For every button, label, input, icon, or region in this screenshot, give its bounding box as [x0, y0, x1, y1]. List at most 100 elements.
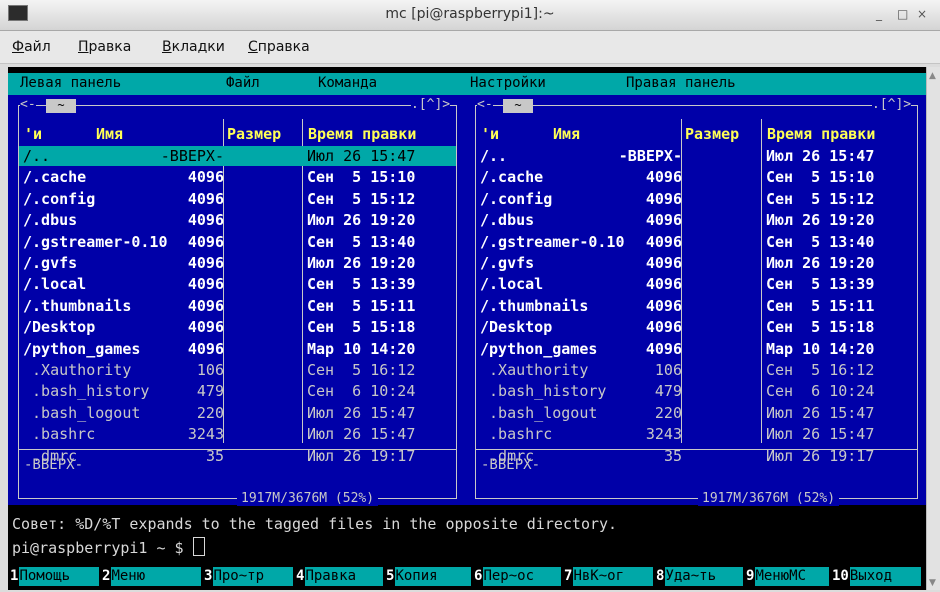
file-row[interactable]: /.cache 4096 Сен 5 15:10 — [476, 167, 917, 187]
file-row[interactable]: /python_games 4096 Мар 10 14:20 — [476, 339, 917, 359]
fkey-number: 4 — [296, 568, 306, 584]
scroll-down-arrow-icon[interactable]: ▼ — [929, 578, 936, 588]
file-row[interactable]: .Xauthority 106 Сен 5 16:12 — [476, 360, 917, 380]
shell-prompt[interactable]: pi@raspberrypi1 ~ $ — [12, 537, 205, 557]
file-row[interactable]: /.config 4096 Сен 5 15:12 — [476, 189, 917, 209]
panel-history-arrow[interactable]: <- — [477, 98, 493, 112]
column-header-mtime[interactable]: Время правки — [308, 125, 416, 143]
file-row[interactable]: .bash_logout 220 Июл 26 15:47 — [19, 403, 456, 423]
file-mtime: Мар 10 14:20 — [766, 339, 875, 358]
mc-menu-bar: Левая панель Файл Команда Настройки Прав… — [8, 73, 926, 95]
fkey-3[interactable]: 3Про~тр — [204, 567, 294, 586]
fkey-8[interactable]: 8Уда~ть — [656, 567, 744, 586]
mc-menu-file[interactable]: Файл — [226, 75, 260, 91]
window-title: mc [pi@raspberrypi1]:~ — [385, 6, 555, 22]
function-key-bar: 1Помощь 2Меню 3Про~тр 4Правка 5Копия 6Пер~ос 7… — [8, 565, 926, 587]
file-row[interactable]: /.dbus 4096 Июл 26 19:20 — [476, 210, 917, 230]
file-mtime: Мар 10 14:20 — [307, 339, 416, 358]
file-row[interactable]: .bash_history 479 Сен 6 10:24 — [476, 381, 917, 401]
fkey-9[interactable]: 9МенюМС — [746, 567, 830, 586]
column-header-name[interactable]: Имя — [96, 125, 123, 143]
terminal-menubar: Файл Правка Вкладки Справка — [0, 31, 940, 64]
file-row[interactable]: /.gvfs 4096 Июл 26 19:20 — [476, 253, 917, 273]
panel-path[interactable]: ~ — [503, 99, 533, 113]
file-name: /.thumbnails — [480, 296, 589, 315]
file-row[interactable]: /Desktop 4096 Сен 5 15:18 — [476, 317, 917, 337]
fkey-label: Правка — [305, 567, 384, 586]
terminal-scrollbar[interactable]: ▲ ▼ — [926, 67, 940, 590]
file-row[interactable]: .bash_history 479 Сен 6 10:24 — [19, 381, 456, 401]
fkey-label: Уда~ть — [665, 567, 744, 586]
file-row[interactable]: /.. -ВВЕРХ- Июл 26 15:47 — [476, 146, 917, 166]
file-row[interactable]: /.gstreamer-0.10 4096 Сен 5 13:40 — [476, 232, 917, 252]
fkey-label: Выход — [849, 567, 921, 586]
fkey-10[interactable]: 10Выход — [832, 567, 921, 586]
scroll-up-arrow-icon[interactable]: ▲ — [929, 71, 936, 81]
file-name: /Desktop — [480, 318, 553, 337]
file-mtime: Сен 6 10:24 — [766, 382, 875, 401]
file-row[interactable]: /.gstreamer-0.10 4096 Сен 5 13:40 — [19, 232, 456, 252]
close-button[interactable]: × — [917, 7, 927, 21]
file-mtime: Июл 26 19:20 — [307, 254, 416, 272]
file-size: 479 — [654, 382, 682, 401]
mc-menu-settings[interactable]: Настройки — [470, 75, 546, 91]
column-header-name[interactable]: Имя — [553, 125, 580, 143]
file-row[interactable]: /.thumbnails 4096 Сен 5 15:11 — [476, 296, 917, 316]
mc-menu-left-panel[interactable]: Левая панель — [20, 75, 121, 91]
file-mtime: Июл 26 19:20 — [766, 211, 875, 230]
file-row[interactable]: /.gvfs 4096 Июл 26 19:20 — [19, 253, 456, 273]
menu-help[interactable]: Справка — [248, 39, 310, 55]
file-name: /.gvfs — [480, 254, 535, 272]
fkey-6[interactable]: 6Пер~ос — [474, 567, 562, 586]
file-row[interactable]: /.local 4096 Сен 5 13:39 — [19, 274, 456, 294]
panel-history-arrow[interactable]: <- — [20, 98, 36, 112]
fkey-7[interactable]: 7НвК~ог — [564, 567, 654, 586]
file-row[interactable]: /python_games 4096 Мар 10 14:20 — [19, 339, 456, 359]
file-name: /.config — [480, 189, 553, 208]
menu-edit[interactable]: Правка — [78, 39, 131, 55]
fkey-5[interactable]: 5Копия — [386, 567, 472, 586]
file-mtime: Июл 26 15:47 — [766, 403, 875, 422]
file-mtime: Сен 5 15:10 — [307, 168, 416, 187]
left-panel[interactable]: <- ~ .[^]> 'и Имя Размер Время правки /.. -ВВЕРХ… — [8, 95, 465, 506]
file-row[interactable]: .dmrc 35 Июл 26 19:17 — [19, 446, 456, 466]
mc-menu-command[interactable]: Команда — [318, 75, 377, 91]
panel-path[interactable]: ~ — [46, 99, 76, 113]
file-size: 4096 — [187, 189, 224, 208]
file-row[interactable]: .dmrc 35 Июл 26 19:17 — [476, 446, 917, 466]
column-header-mtime[interactable]: Время правки — [767, 125, 875, 143]
fkey-2[interactable]: 2Меню — [102, 567, 202, 586]
fkey-number: 7 — [564, 568, 574, 584]
file-mtime: Июл 26 15:47 — [766, 147, 875, 165]
panel-corner-controls[interactable]: .[^]> — [411, 98, 451, 112]
sort-flag[interactable]: 'и — [481, 125, 499, 143]
mc-menu-right-panel[interactable]: Правая панель — [626, 75, 736, 91]
file-row[interactable]: /.cache 4096 Сен 5 15:10 — [19, 167, 456, 187]
file-row[interactable]: /.. -ВВЕРХ- Июл 26 15:47 — [19, 146, 456, 166]
window-titlebar[interactable]: mc [pi@raspberrypi1]:~ _ □ × — [0, 0, 940, 31]
fkey-4[interactable]: 4Правка — [296, 567, 384, 586]
file-row[interactable]: .bashrc 3243 Июл 26 15:47 — [476, 424, 917, 444]
column-header-size[interactable]: Размер — [685, 125, 739, 143]
file-row[interactable]: /.config 4096 Сен 5 15:12 — [19, 189, 456, 209]
file-row[interactable]: /Desktop 4096 Сен 5 15:18 — [19, 317, 456, 337]
file-row[interactable]: .Xauthority 106 Сен 5 16:12 — [19, 360, 456, 380]
file-name: /.cache — [23, 168, 87, 187]
fkey-1[interactable]: 1Помощь — [10, 567, 100, 586]
minimize-button[interactable]: _ — [876, 7, 882, 21]
panel-corner-controls[interactable]: .[^]> — [872, 98, 912, 112]
file-row[interactable]: /.thumbnails 4096 Сен 5 15:11 — [19, 296, 456, 316]
sort-flag[interactable]: 'и — [24, 125, 42, 143]
terminal-area[interactable]: Левая панель Файл Команда Настройки Прав… — [8, 67, 926, 590]
right-panel[interactable]: <- ~ .[^]> 'и Имя Размер Время правки /.. -ВВЕРХ… — [465, 95, 926, 506]
file-row[interactable]: .bash_logout 220 Июл 26 15:47 — [476, 403, 917, 423]
file-row[interactable]: /.local 4096 Сен 5 13:39 — [476, 274, 917, 294]
column-header-size[interactable]: Размер — [227, 125, 281, 143]
file-size: 106 — [654, 361, 682, 379]
menu-tabs[interactable]: Вкладки — [162, 39, 225, 55]
file-row[interactable]: .bashrc 3243 Июл 26 15:47 — [19, 424, 456, 444]
menu-file[interactable]: Файл — [12, 39, 51, 55]
file-row[interactable]: /.dbus 4096 Июл 26 19:20 — [19, 210, 456, 230]
file-name: /Desktop — [23, 318, 96, 337]
maximize-button[interactable]: □ — [897, 7, 908, 21]
